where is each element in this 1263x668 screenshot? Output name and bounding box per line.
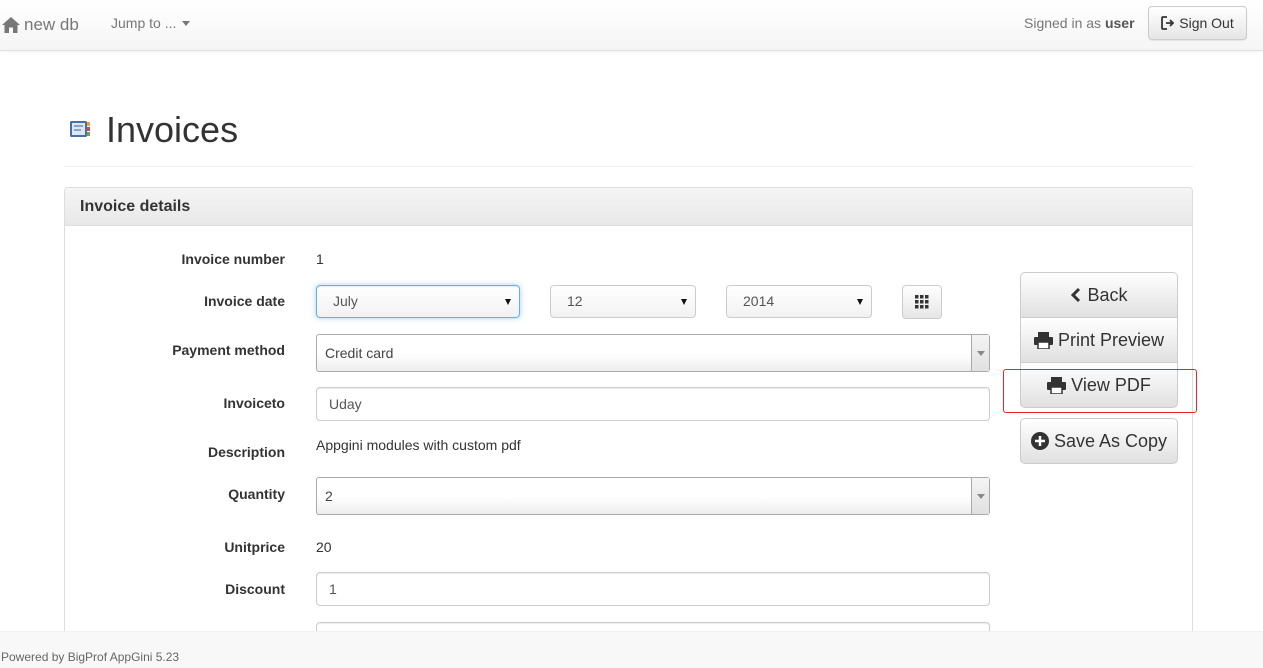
grid-icon <box>915 295 929 309</box>
description-value: Appgini modules with custom pdf <box>316 437 521 453</box>
navbar: new db Jump to ... Signed in as user Sig… <box>0 0 1263 51</box>
print-preview-label: Print Preview <box>1057 329 1165 350</box>
view-pdf-button[interactable]: View PDF <box>1020 362 1178 408</box>
invoice-details-panel: Invoice details Invoice number 1 Invoice… <box>64 187 1193 657</box>
discount-label: Discount <box>225 581 285 597</box>
invoice-date-day-select[interactable]: 12 <box>550 285 696 318</box>
signed-in-text: Signed in as user <box>1024 15 1135 31</box>
signed-in-prefix: Signed in as <box>1024 15 1102 31</box>
footer: Powered by BigProf AppGini 5.23 <box>0 631 1263 668</box>
signed-in-user: user <box>1104 15 1135 31</box>
footer-text: Powered by BigProf AppGini 5.23 <box>1 650 180 664</box>
sign-out-button[interactable]: Sign Out <box>1148 6 1247 40</box>
chevron-left-icon <box>1071 287 1081 303</box>
printer-icon <box>1047 376 1067 394</box>
page-header: Invoices <box>64 104 1193 167</box>
month-value: July <box>333 293 358 309</box>
save-as-copy-label: Save As Copy <box>1053 430 1168 451</box>
chevron-down-icon <box>857 299 863 305</box>
day-value: 12 <box>567 293 583 309</box>
jump-to-dropdown[interactable]: Jump to ... <box>111 15 191 31</box>
quantity-value: 2 <box>325 488 333 504</box>
invoiceto-input[interactable]: Uday <box>316 387 990 421</box>
home-icon <box>2 17 20 33</box>
description-label: Description <box>207 444 285 460</box>
quantity-combo[interactable]: 2 <box>316 477 990 515</box>
back-button[interactable]: Back <box>1020 272 1178 318</box>
invoice-book-icon <box>70 121 90 137</box>
plus-circle-icon <box>1030 432 1049 450</box>
invoice-date-label: Invoice date <box>204 293 285 309</box>
year-value: 2014 <box>743 293 775 309</box>
invoice-date-month-select[interactable]: July <box>316 285 520 318</box>
chevron-down-icon[interactable] <box>971 335 989 371</box>
quantity-label: Quantity <box>228 486 285 502</box>
unitprice-label: Unitprice <box>224 539 285 555</box>
unitprice-value: 20 <box>316 539 332 555</box>
printer-icon <box>1033 331 1053 349</box>
action-buttons: Back Print Preview View PDF Save As Copy <box>1020 272 1178 464</box>
payment-method-combo[interactable]: Credit card <box>316 334 990 372</box>
chevron-down-icon[interactable] <box>971 478 989 514</box>
brand-text: new db <box>24 15 79 34</box>
invoice-date-year-select[interactable]: 2014 <box>726 285 872 318</box>
view-pdf-label: View PDF <box>1071 374 1151 395</box>
invoiceto-value: Uday <box>329 396 362 412</box>
invoice-number-value: 1 <box>316 251 324 267</box>
invoice-number-label: Invoice number <box>181 251 285 267</box>
chevron-down-icon <box>505 299 511 305</box>
caret-down-icon <box>182 20 191 26</box>
chevron-down-icon <box>681 299 687 305</box>
panel-heading: Invoice details <box>65 188 1192 226</box>
payment-method-label: Payment method <box>172 342 285 358</box>
discount-input[interactable]: 1 <box>316 572 990 606</box>
back-label: Back <box>1087 284 1128 305</box>
brand-link[interactable]: new db <box>1 14 79 36</box>
jump-to-label: Jump to ... <box>111 15 177 31</box>
invoiceto-label: Invoiceto <box>223 395 285 411</box>
save-as-copy-button[interactable]: Save As Copy <box>1020 418 1178 464</box>
sign-out-icon <box>1161 16 1175 30</box>
print-preview-button[interactable]: Print Preview <box>1020 317 1178 363</box>
payment-method-value: Credit card <box>325 345 394 361</box>
calendar-button[interactable] <box>902 285 942 319</box>
page-title: Invoices <box>106 109 239 150</box>
sign-out-label: Sign Out <box>1179 15 1234 31</box>
discount-value: 1 <box>329 581 337 597</box>
